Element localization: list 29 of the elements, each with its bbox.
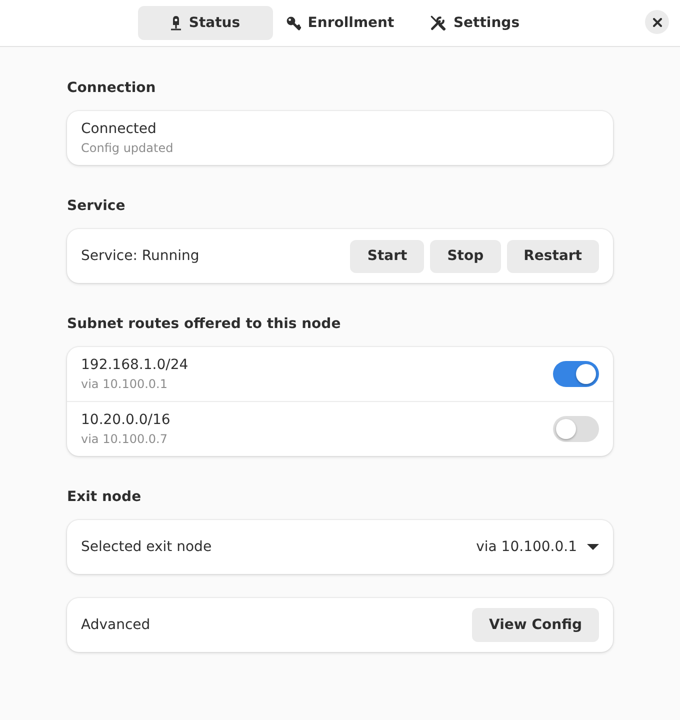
service-button[interactable]: Restart bbox=[506, 240, 599, 272]
route-switch[interactable] bbox=[553, 361, 599, 387]
close-icon bbox=[652, 18, 662, 26]
exit-node-label: Selected exit node bbox=[81, 538, 212, 556]
route-switch[interactable] bbox=[553, 416, 599, 442]
tools-icon bbox=[430, 15, 446, 31]
section-heading: Connection bbox=[67, 79, 156, 98]
route-gateway: via 10.100.0.1 bbox=[81, 376, 168, 392]
section-heading: Exit node bbox=[67, 488, 142, 507]
tab[interactable]: Status bbox=[138, 6, 272, 40]
service-button[interactable]: Start bbox=[350, 240, 424, 272]
tab[interactable]: Settings bbox=[408, 6, 542, 40]
tab[interactable]: Enrollment bbox=[272, 6, 408, 40]
key-icon bbox=[286, 16, 301, 30]
route-subnet: 10.20.0.0/16 bbox=[81, 411, 170, 429]
service-status: Service: Running bbox=[81, 246, 200, 266]
exit-node-dropdown[interactable]: via 10.100.0.1 bbox=[476, 536, 599, 558]
section-heading: Service bbox=[67, 197, 126, 216]
view-config-button[interactable]: View Config bbox=[472, 608, 599, 642]
status-title: Connected bbox=[81, 120, 156, 138]
advanced-label: Advanced bbox=[81, 616, 150, 634]
section-heading: Subnet routes offered to this node bbox=[67, 315, 341, 334]
route-subnet: 192.168.1.0/24 bbox=[81, 356, 188, 374]
status-subtitle: Config updated bbox=[81, 140, 174, 156]
dropdown-caret-icon bbox=[587, 544, 599, 550]
service-button[interactable]: Stop bbox=[430, 240, 501, 272]
route-gateway: via 10.100.0.7 bbox=[81, 431, 168, 447]
close-button[interactable] bbox=[645, 10, 669, 34]
beacon-icon bbox=[170, 15, 182, 31]
